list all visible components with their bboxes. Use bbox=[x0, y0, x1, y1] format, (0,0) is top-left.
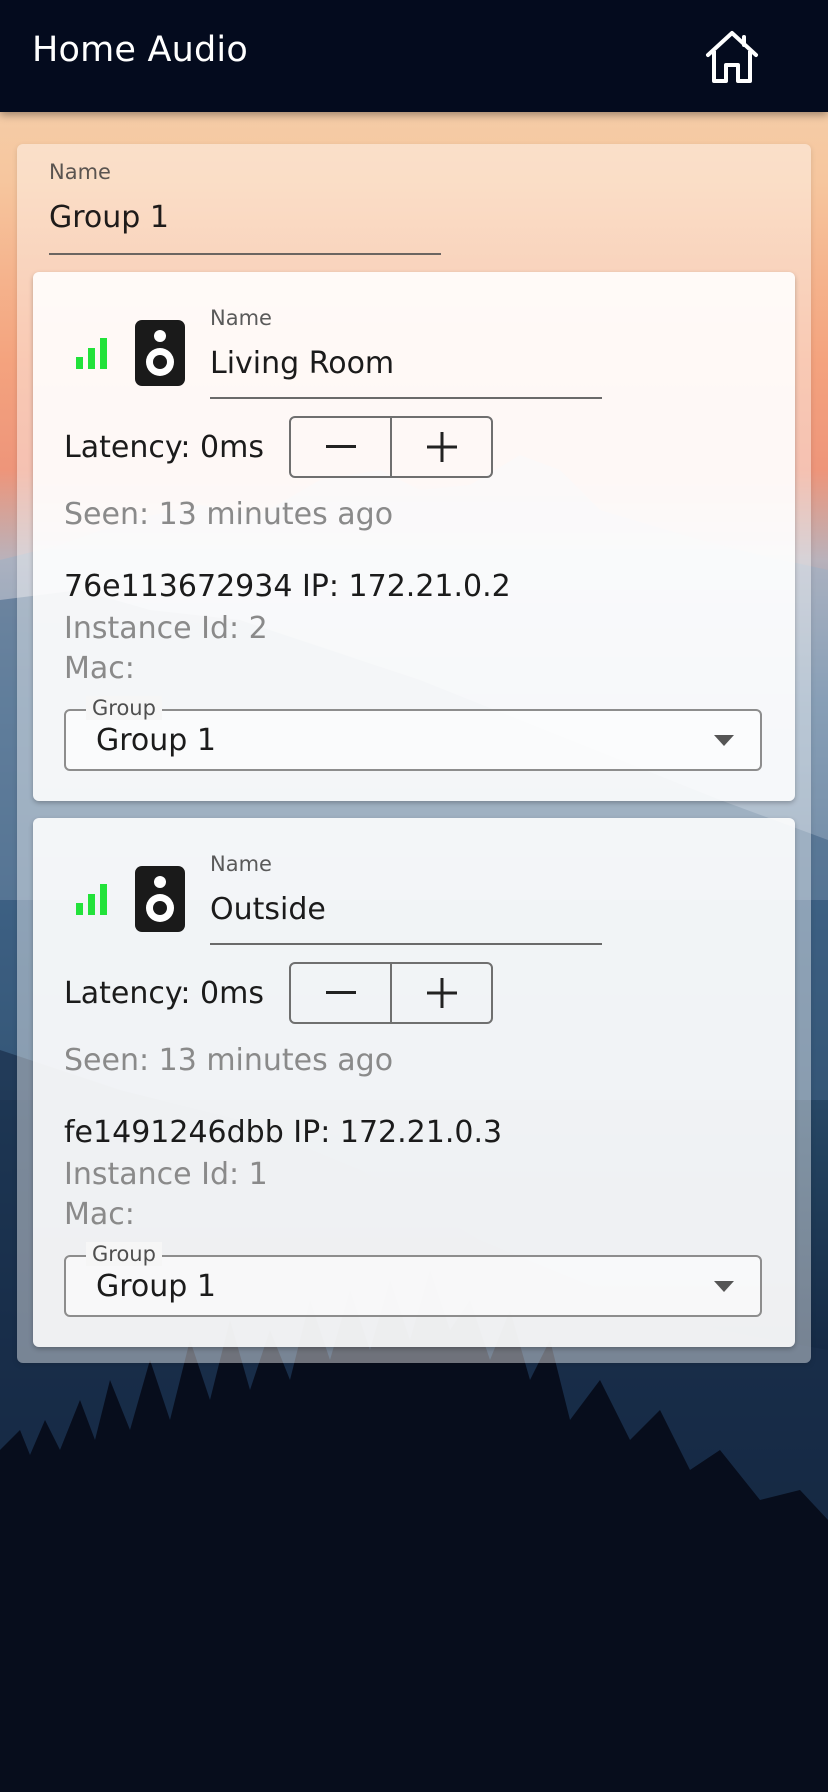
speaker-icon bbox=[135, 320, 185, 386]
group-select-value: Group 1 bbox=[96, 723, 216, 758]
decrease-latency-button[interactable] bbox=[291, 418, 392, 476]
speaker-icon bbox=[135, 866, 185, 932]
minus-icon bbox=[325, 445, 356, 448]
latency-stepper bbox=[289, 416, 493, 478]
client-name-label: Name bbox=[210, 306, 272, 330]
app-bar: Home Audio bbox=[0, 0, 828, 112]
client-name-label: Name bbox=[210, 852, 272, 876]
group-select-value: Group 1 bbox=[96, 1269, 216, 1304]
plus-icon bbox=[426, 432, 457, 462]
decrease-latency-button[interactable] bbox=[291, 964, 392, 1022]
increase-latency-button[interactable] bbox=[392, 964, 491, 1022]
app-title: Home Audio bbox=[32, 30, 248, 70]
device-host-ip: 76e113672934 IP: 172.21.0.2 bbox=[64, 569, 511, 604]
last-seen-text: Seen: 13 minutes ago bbox=[64, 1043, 394, 1078]
group-select-label: Group bbox=[86, 1242, 162, 1266]
client-name-input[interactable]: Outside bbox=[210, 892, 602, 945]
latency-label: Latency: 0ms bbox=[64, 976, 264, 1011]
client-card: Name Living Room Latency: 0ms Seen: 13 m… bbox=[33, 272, 795, 801]
latency-label: Latency: 0ms bbox=[64, 430, 264, 465]
signal-bars-icon bbox=[76, 338, 107, 369]
home-icon bbox=[706, 31, 758, 83]
minus-icon bbox=[325, 991, 356, 994]
mac-text: Mac: bbox=[64, 1197, 135, 1232]
instance-id-text: Instance Id: 1 bbox=[64, 1157, 268, 1192]
client-card: Name Outside Latency: 0ms Seen: 13 minut… bbox=[33, 818, 795, 1347]
group-name-input[interactable]: Group 1 bbox=[49, 200, 441, 255]
group-select[interactable]: Group Group 1 bbox=[64, 696, 762, 771]
group-panel: Name Group 1 Name Living Room Latency: 0… bbox=[17, 144, 811, 1363]
group-name-label: Name bbox=[49, 160, 111, 184]
dropdown-caret-icon bbox=[714, 1281, 734, 1292]
instance-id-text: Instance Id: 2 bbox=[64, 611, 268, 646]
client-name-input[interactable]: Living Room bbox=[210, 346, 602, 399]
group-select-label: Group bbox=[86, 696, 162, 720]
increase-latency-button[interactable] bbox=[392, 418, 491, 476]
mac-text: Mac: bbox=[64, 651, 135, 686]
last-seen-text: Seen: 13 minutes ago bbox=[64, 497, 394, 532]
dropdown-caret-icon bbox=[714, 735, 734, 746]
device-host-ip: fe1491246dbb IP: 172.21.0.3 bbox=[64, 1115, 503, 1150]
signal-bars-icon bbox=[76, 884, 107, 915]
plus-icon bbox=[426, 978, 457, 1008]
home-button[interactable] bbox=[694, 18, 770, 94]
group-select[interactable]: Group Group 1 bbox=[64, 1242, 762, 1317]
latency-stepper bbox=[289, 962, 493, 1024]
